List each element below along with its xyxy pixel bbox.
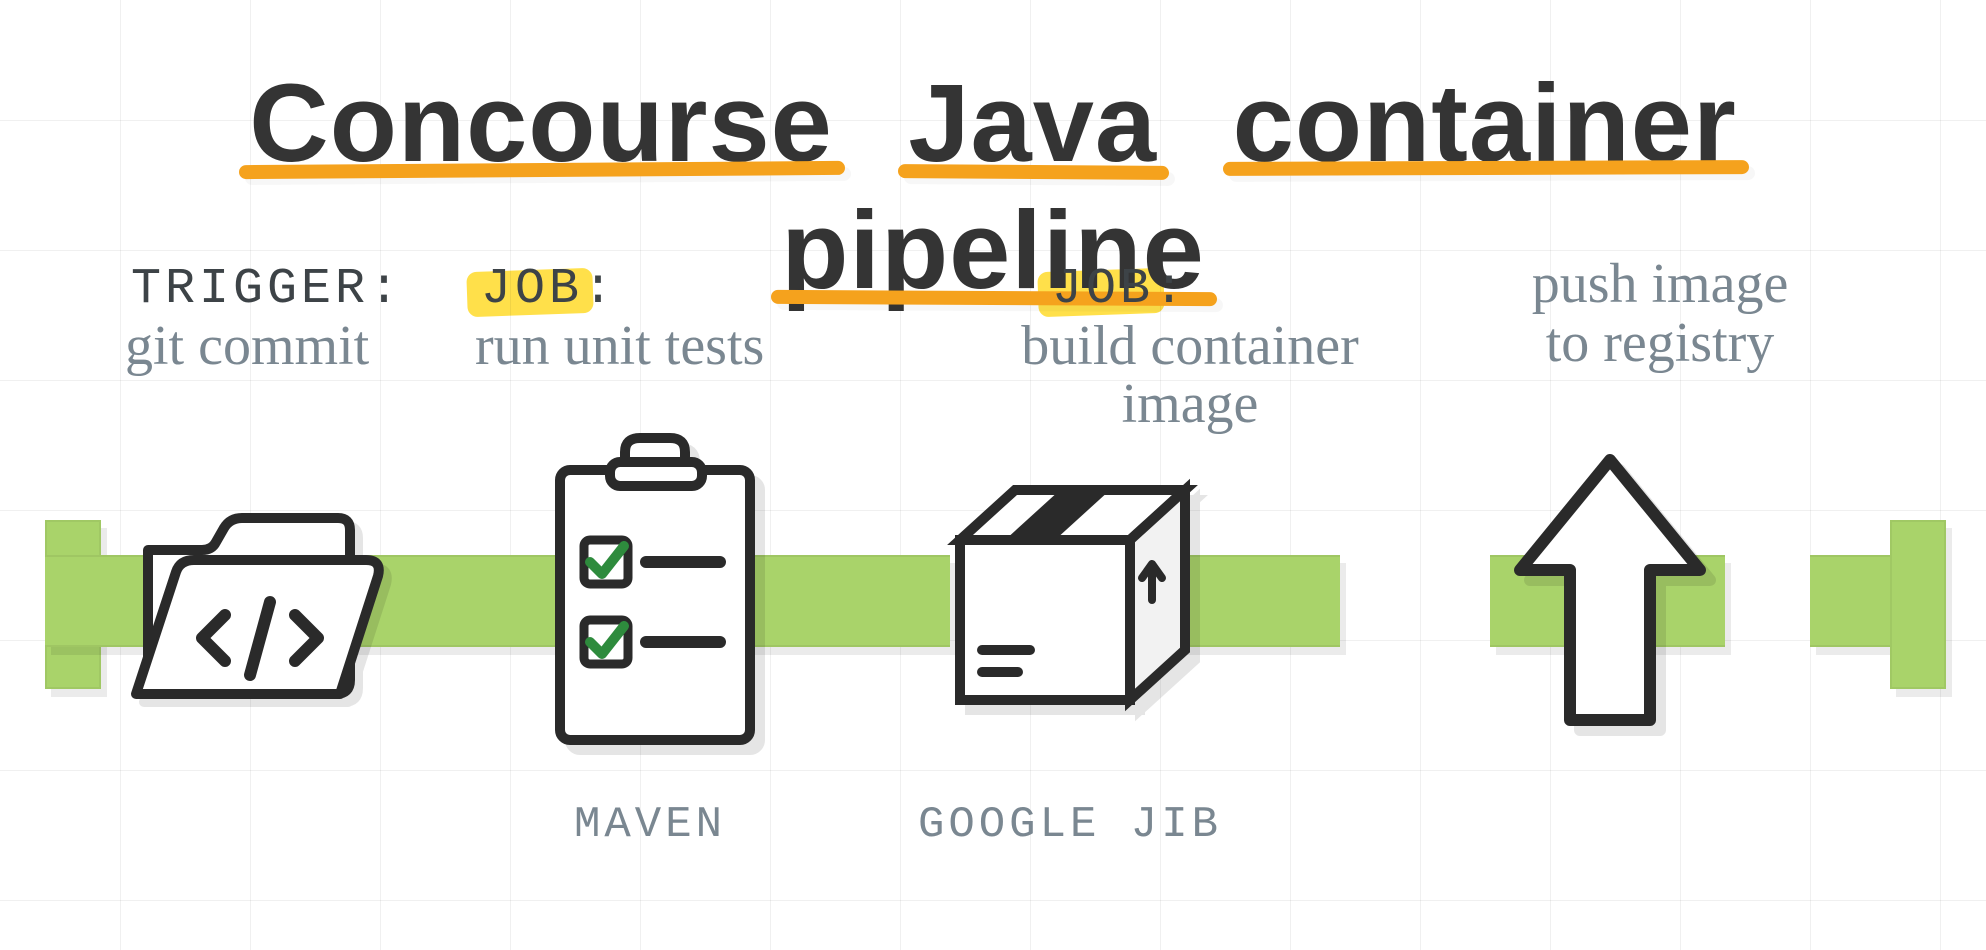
package-box-icon xyxy=(930,450,1190,770)
up-arrow-icon xyxy=(1500,440,1760,760)
label-sub: run unit tests xyxy=(475,315,764,377)
title-word: Java xyxy=(904,60,1161,187)
stage-label-push: push image to registry xyxy=(1470,255,1850,373)
title-word: container xyxy=(1229,60,1741,187)
clipboard-checklist-icon xyxy=(540,430,800,750)
label-sub: git commit xyxy=(125,315,369,377)
label-sub: build container image xyxy=(1021,315,1358,436)
pipeline-end-cap xyxy=(1890,520,1946,689)
tool-label-jib: GOOGLE JIB xyxy=(880,800,1260,850)
label-head: JOB: xyxy=(475,264,623,317)
label-head: JOB: xyxy=(1046,264,1194,317)
stage-label-unit-tests: JOB: run unit tests xyxy=(475,255,915,375)
label-head: TRIGGER: xyxy=(125,264,409,317)
stage-label-trigger: TRIGGER: git commit xyxy=(125,255,485,375)
title-word: Concourse xyxy=(245,60,837,187)
diagram: Concourse Java container pipeline TRIGGE… xyxy=(0,0,1986,950)
label-sub: push image to registry xyxy=(1532,253,1789,374)
tool-label-maven: MAVEN xyxy=(530,800,770,850)
code-folder-icon xyxy=(130,480,390,800)
stage-label-build-image: JOB: build container image xyxy=(980,255,1400,434)
